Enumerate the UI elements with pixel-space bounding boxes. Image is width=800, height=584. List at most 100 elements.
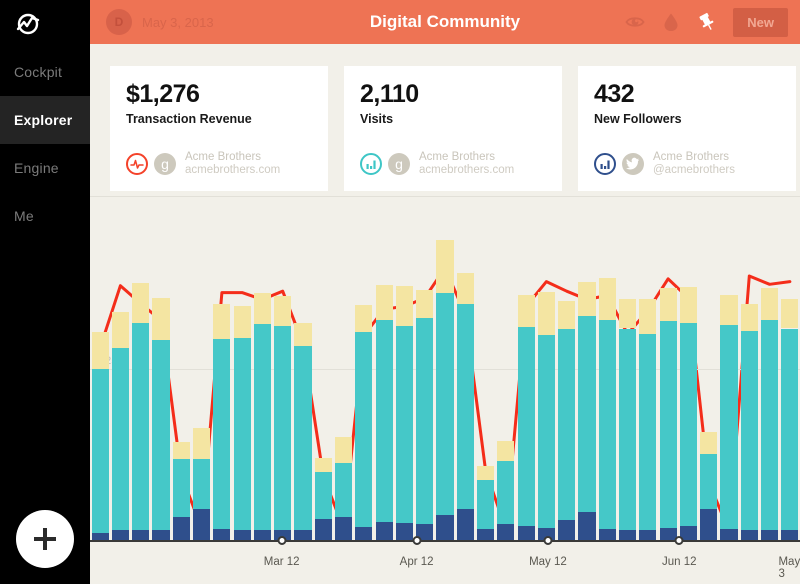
chart-bar[interactable] — [274, 296, 292, 541]
bar-segment-top — [132, 282, 150, 323]
chart-bar[interactable] — [456, 273, 474, 541]
account-handle: acmebrothers.com — [185, 163, 281, 176]
chart-bar[interactable] — [740, 303, 758, 541]
chart-bar[interactable] — [659, 287, 677, 541]
chart-bar[interactable] — [578, 282, 596, 541]
bar-segment-middle — [395, 325, 413, 524]
bar-segment-bottom — [497, 523, 515, 541]
chart-bar[interactable] — [314, 457, 332, 541]
chart-bar[interactable] — [111, 311, 129, 541]
chart-bar[interactable] — [477, 465, 495, 541]
bar-segment-top — [91, 331, 109, 370]
metric-value: 2,110 — [360, 80, 419, 108]
chart-bar[interactable] — [213, 304, 231, 541]
bar-segment-top — [639, 298, 657, 335]
chart-bar[interactable] — [233, 306, 251, 541]
bar-segment-middle — [619, 328, 637, 530]
chart-bar[interactable] — [497, 440, 515, 541]
sidebar-item-me[interactable]: Me — [0, 192, 90, 240]
chart-bar[interactable] — [781, 298, 799, 541]
chart-bar[interactable] — [537, 291, 555, 541]
bar-segment-middle — [781, 328, 799, 530]
chart-bar[interactable] — [355, 305, 373, 541]
chart-bar[interactable] — [639, 298, 657, 541]
app-logo-icon[interactable] — [12, 8, 44, 40]
sidebar-item-engine[interactable]: Engine — [0, 144, 90, 192]
chart-bar[interactable] — [253, 292, 271, 541]
chart-bar[interactable] — [132, 282, 150, 541]
chart-bar[interactable] — [558, 300, 576, 541]
x-axis-tick-dot[interactable] — [412, 536, 422, 545]
metric-card[interactable]: 432 New Followers Acme Brothers @acmebro… — [578, 66, 796, 191]
bar-segment-top — [111, 311, 129, 348]
bar-segment-top — [679, 287, 697, 323]
x-axis-tick-dot[interactable] — [543, 536, 553, 545]
bar-segment-middle — [598, 319, 616, 530]
x-axis-tick-label: Apr 12 — [399, 556, 434, 568]
bar-segment-bottom — [517, 525, 535, 541]
chart-bar[interactable] — [335, 436, 353, 541]
chart-bar[interactable] — [619, 298, 637, 541]
chart-bar[interactable] — [91, 331, 109, 541]
chart-bar[interactable] — [395, 285, 413, 541]
bar-segment-middle — [720, 325, 738, 530]
bar-segment-middle — [355, 331, 373, 527]
bar-segment-top — [213, 304, 231, 339]
header-bar: D May 3, 2013 Digital Community New — [90, 0, 800, 44]
metric-card[interactable]: 2,110 Visits g Acme Brothers acmebrother… — [344, 66, 562, 191]
chart-plot-area[interactable]: 2,5001,250 — [90, 196, 800, 541]
bar-segment-top — [274, 296, 292, 326]
x-axis-tick-dot[interactable] — [674, 536, 684, 545]
chart-bar[interactable] — [720, 295, 738, 541]
header-date[interactable]: May 3, 2013 — [142, 15, 214, 30]
chart-bar[interactable] — [700, 432, 718, 541]
bar-segment-bottom — [314, 518, 332, 541]
pin-icon[interactable] — [697, 12, 717, 32]
chart-bar[interactable] — [517, 295, 535, 541]
metric-account: Acme Brothers acmebrothers.com — [419, 151, 514, 177]
bar-segment-bottom — [335, 516, 353, 541]
sidebar-item-cockpit[interactable]: Cockpit — [0, 48, 90, 96]
sidebar-item-explorer[interactable]: Explorer — [0, 96, 90, 144]
bar-segment-bottom — [172, 516, 190, 541]
chart-bar[interactable] — [172, 442, 190, 541]
add-button[interactable] — [16, 510, 74, 568]
x-axis-tick-label: May 3 — [778, 556, 800, 580]
bar-segment-bottom — [456, 508, 474, 541]
chart-bar[interactable] — [375, 285, 393, 541]
sidebar-nav: Cockpit Explorer Engine Me — [0, 48, 90, 240]
chart-bar[interactable] — [761, 288, 779, 541]
metric-card[interactable]: $1,276 Transaction Revenue g Acme Brothe… — [110, 66, 328, 191]
bar-segment-top — [456, 273, 474, 305]
bar-segment-middle — [213, 338, 231, 530]
chart-bar[interactable] — [679, 287, 697, 541]
droplet-icon[interactable] — [661, 12, 681, 32]
app-root: Cockpit Explorer Engine Me D May 3, 2013… — [0, 0, 800, 584]
bar-segment-top — [375, 285, 393, 320]
bar-segment-middle — [456, 304, 474, 509]
bar-segment-middle — [111, 347, 129, 530]
metric-value: 432 — [594, 80, 635, 108]
bar-segment-middle — [314, 472, 332, 519]
avatar[interactable]: D — [106, 9, 132, 35]
chart-bar[interactable] — [416, 289, 434, 541]
bar-segment-top — [294, 322, 312, 347]
chart-bar[interactable] — [598, 278, 616, 541]
chart-bar[interactable] — [193, 427, 211, 541]
chart-bar[interactable] — [436, 240, 454, 541]
bar-segment-middle — [193, 458, 211, 509]
bar-segment-top — [416, 289, 434, 319]
chart-bar[interactable] — [294, 322, 312, 541]
bar-segment-middle — [172, 458, 190, 517]
new-button[interactable]: New — [733, 7, 788, 37]
eye-icon[interactable] — [625, 12, 645, 32]
bar-segment-middle — [436, 292, 454, 515]
bar-segment-bottom — [395, 523, 413, 541]
x-axis-tick-dot[interactable] — [277, 536, 287, 545]
bar-segment-middle — [233, 338, 251, 530]
chart-bar[interactable] — [152, 298, 170, 541]
account-handle: acmebrothers.com — [419, 163, 515, 176]
google-icon: g — [388, 152, 410, 175]
bar-segment-top — [781, 298, 799, 329]
bar-segment-top — [233, 306, 251, 339]
